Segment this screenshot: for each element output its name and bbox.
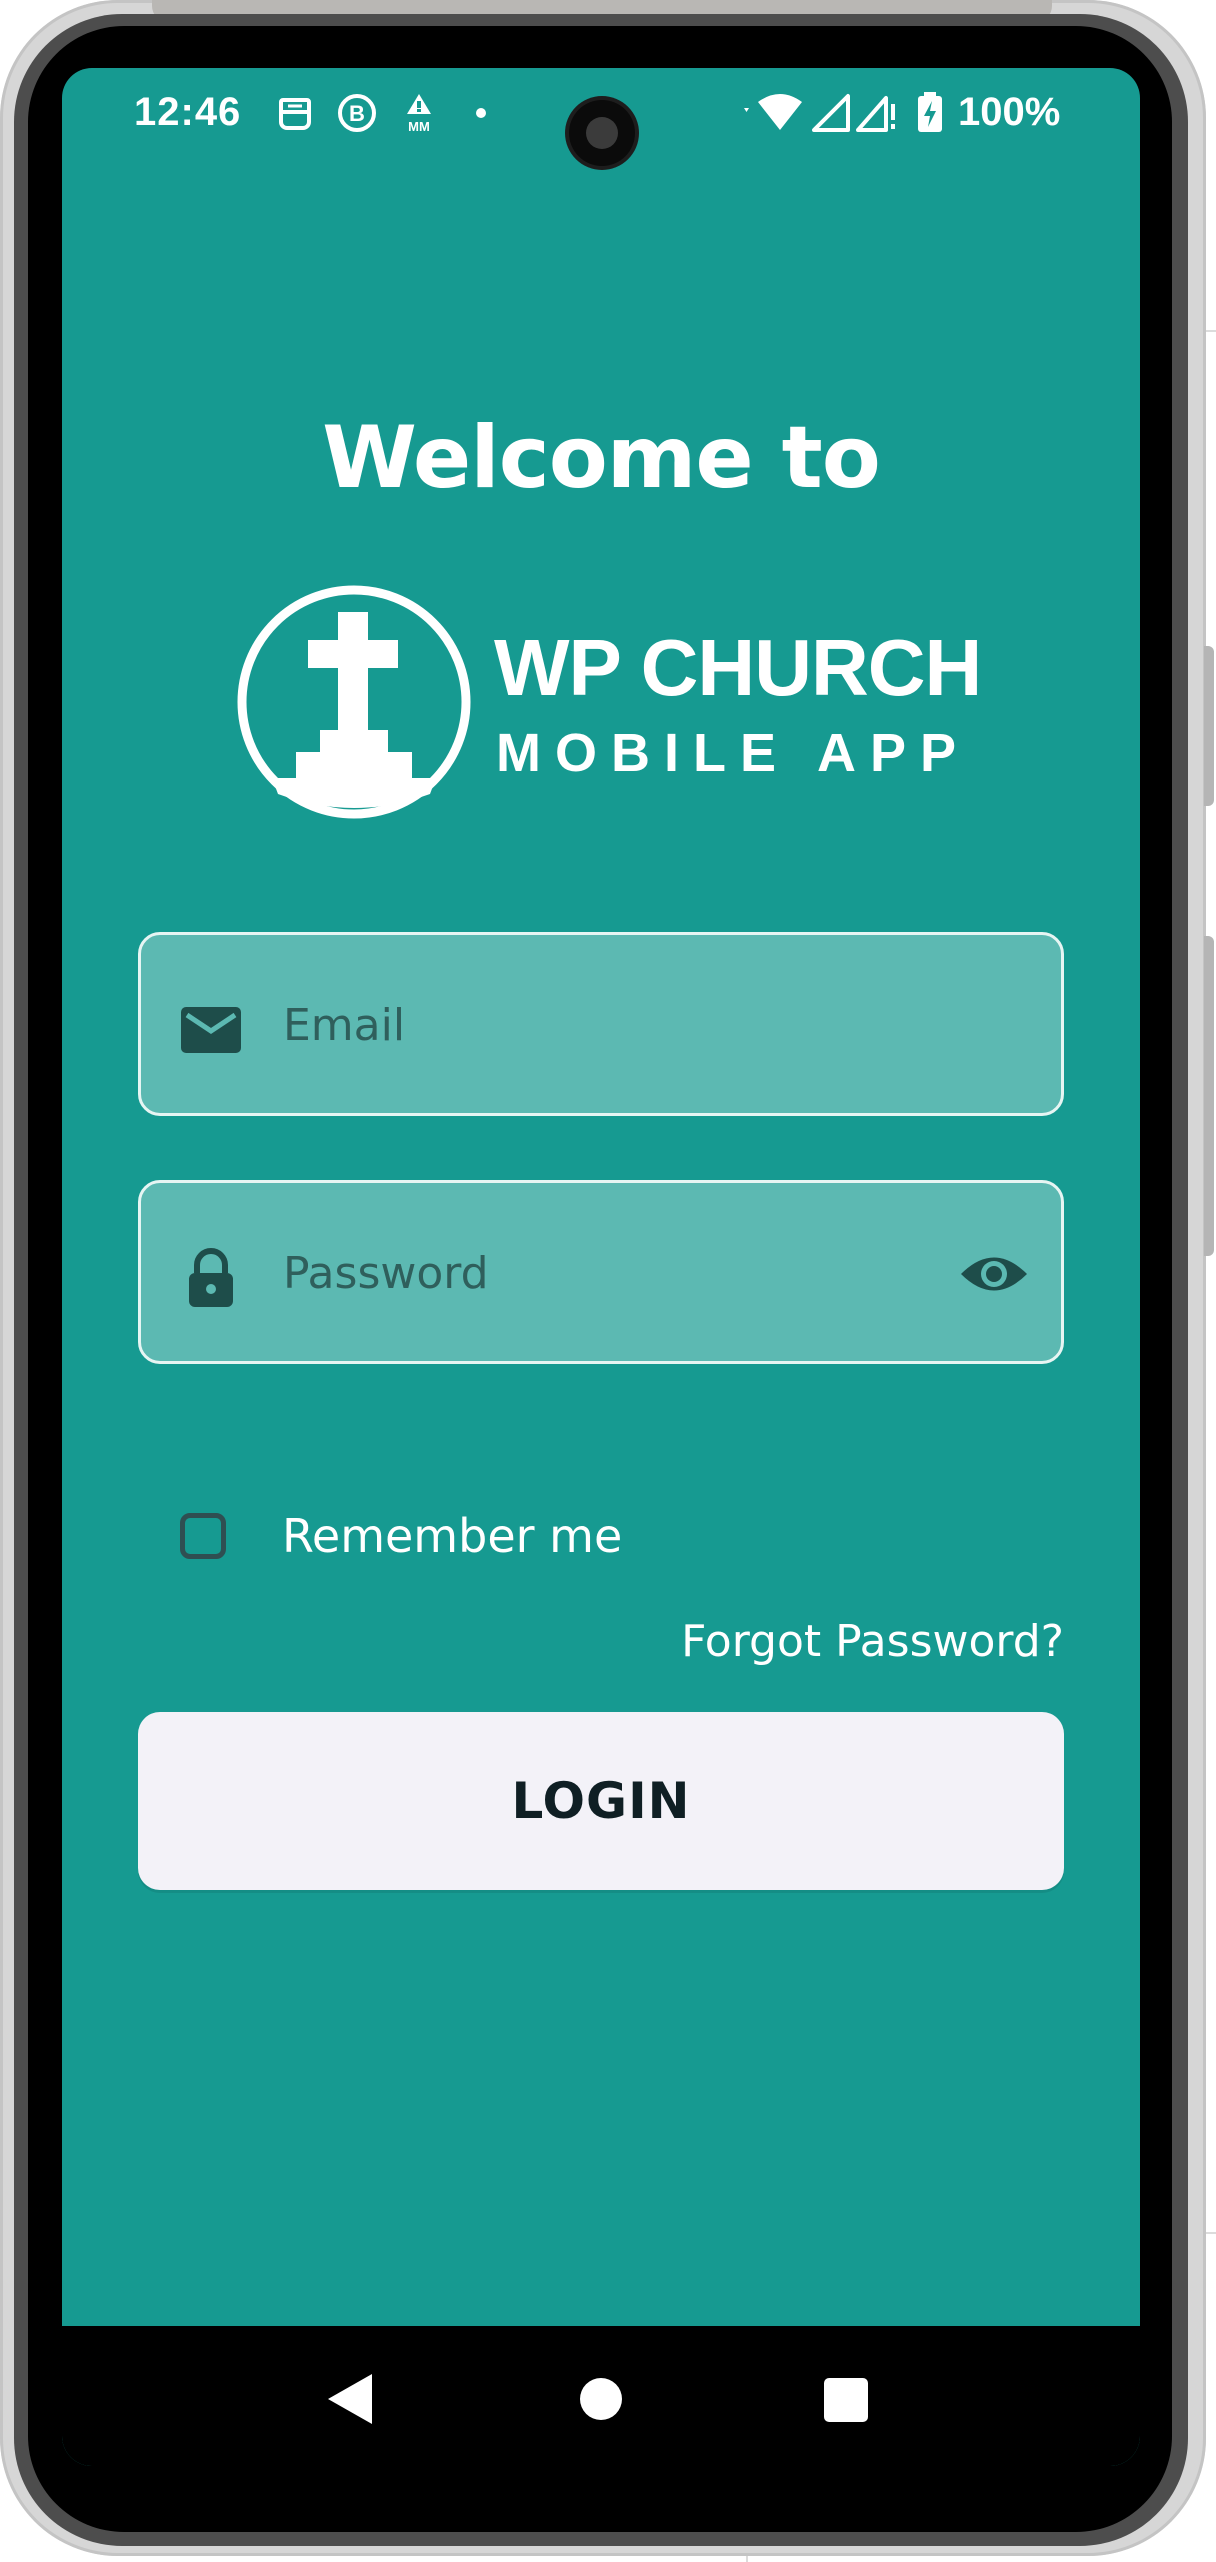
welcome-heading: Welcome to (322, 408, 881, 508)
login-button-label: LOGIN (511, 1772, 691, 1830)
logo-title: WP CHURCH (494, 623, 982, 712)
login-button[interactable]: LOGIN (138, 1712, 1064, 1890)
app-screen: 12:46 B MM 100% Welcome to WP CHURCH MOB… (62, 68, 1140, 2466)
notification-face-icon (279, 98, 311, 130)
battery-charging-icon (918, 92, 942, 132)
volume-button (1204, 646, 1214, 806)
forgot-password-link[interactable]: Forgot Password? (681, 1616, 1064, 1667)
lock-icon (189, 1248, 233, 1307)
status-time: 12:46 (134, 90, 242, 134)
email-field[interactable] (138, 932, 1064, 1116)
dot-icon (476, 108, 486, 118)
back-triangle-icon[interactable] (328, 2374, 372, 2424)
business-b-icon: B (338, 94, 376, 132)
password-input[interactable] (281, 1227, 925, 1319)
alert-mm-icon: MM (407, 94, 431, 134)
password-field[interactable] (138, 1180, 1064, 1364)
front-camera (569, 100, 635, 166)
app-logo: WP CHURCH MOBILE APP (234, 582, 994, 832)
svg-text:B: B (349, 101, 365, 126)
home-circle-icon[interactable] (580, 2378, 622, 2420)
church-cross-icon (237, 585, 471, 819)
svg-text:MM: MM (408, 119, 430, 134)
show-password-eye-icon[interactable] (959, 1249, 1029, 1299)
system-navigation-bar (62, 2326, 1140, 2466)
wifi-icon (744, 94, 802, 130)
remember-me-checkbox[interactable] (180, 1513, 226, 1559)
power-button (1204, 936, 1214, 1256)
remember-me-row[interactable]: Remember me (180, 1501, 622, 1571)
recents-square-icon[interactable] (824, 2378, 868, 2422)
signal-icon (812, 94, 850, 132)
remember-me-label[interactable]: Remember me (282, 1509, 622, 1563)
envelope-icon (181, 1007, 241, 1053)
signal-alert-icon (856, 96, 895, 132)
battery-percentage: 100% (958, 90, 1061, 134)
email-input[interactable] (281, 979, 925, 1071)
logo-subtitle: MOBILE APP (496, 723, 971, 783)
